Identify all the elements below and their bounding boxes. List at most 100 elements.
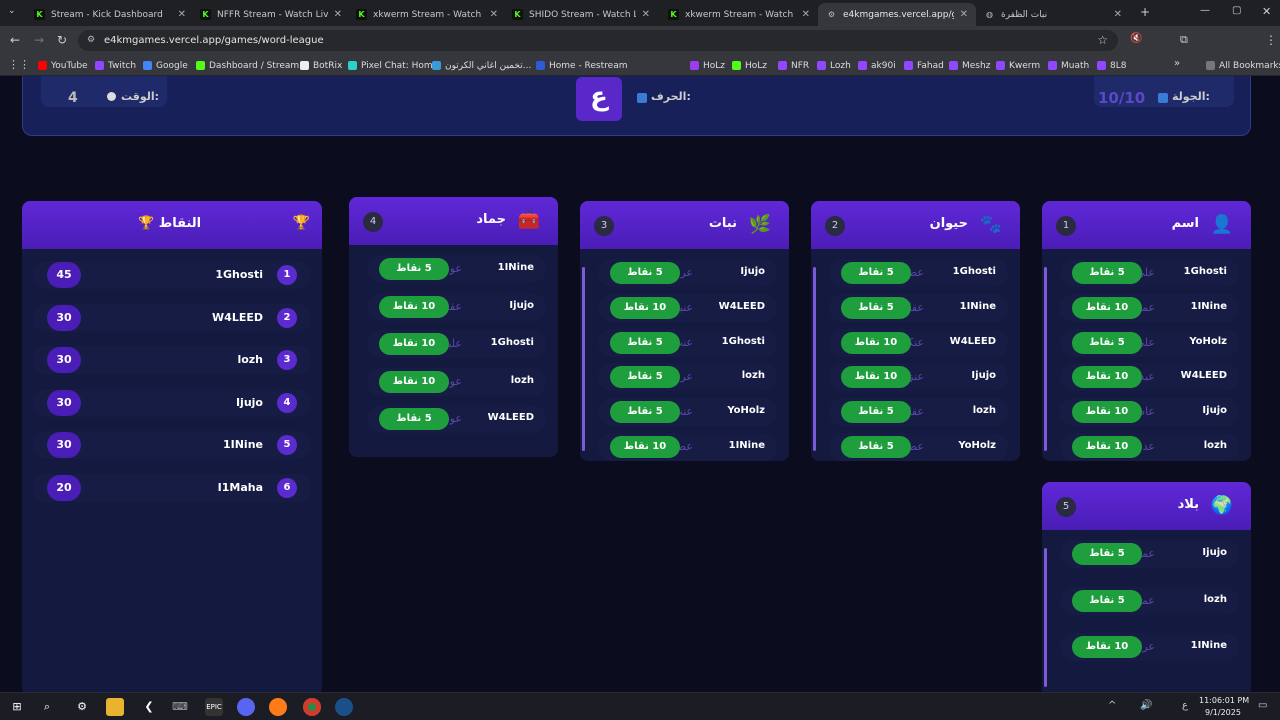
browser-tab[interactable]: K NFFR Stream - Watch Live on K ✕ bbox=[192, 3, 350, 26]
keyboard-icon[interactable]: ⌨ bbox=[171, 698, 189, 716]
browser-tab[interactable]: Kxkwerm Stream - Watch Live o ✕ bbox=[660, 3, 818, 26]
forward-icon[interactable]: → bbox=[34, 34, 44, 46]
tab-close-icon[interactable]: ✕ bbox=[334, 9, 342, 20]
tab-close-icon[interactable]: ✕ bbox=[960, 9, 968, 20]
firefox-icon[interactable] bbox=[269, 698, 287, 716]
tab-close-icon[interactable]: ✕ bbox=[642, 9, 650, 20]
tab-close-icon[interactable]: ✕ bbox=[802, 9, 810, 20]
close-window-icon[interactable]: ✕ bbox=[1262, 6, 1271, 17]
browser-tab[interactable]: K SHIDO Stream - Watch Live on ✕ bbox=[504, 3, 658, 26]
points-badge[interactable]: 10 نقاط bbox=[841, 366, 911, 389]
bookmark-item[interactable]: Lozh bbox=[817, 58, 851, 73]
new-tab-icon[interactable]: + bbox=[1140, 6, 1150, 18]
site-info-icon[interactable]: ⚙ bbox=[87, 30, 95, 51]
points-badge[interactable]: 5 نقاط bbox=[1072, 331, 1142, 354]
terminal-icon[interactable]: ❮ bbox=[140, 698, 158, 716]
tab-close-icon[interactable]: ✕ bbox=[490, 9, 498, 20]
points-badge[interactable]: 5 نقاط bbox=[610, 401, 680, 424]
clock-date[interactable]: 9/1/2025 bbox=[1205, 708, 1241, 717]
scrollbar[interactable] bbox=[582, 267, 585, 451]
points-badge[interactable]: 10 نقاط bbox=[379, 295, 449, 318]
points-badge[interactable]: 10 نقاط bbox=[1072, 636, 1142, 658]
points-badge[interactable]: 5 نقاط bbox=[610, 262, 680, 284]
browser-tab[interactable]: Kxkwerm Stream - Watch Live o ✕ bbox=[348, 3, 506, 26]
steam-icon[interactable] bbox=[335, 698, 353, 716]
browser-tab[interactable]: ⚙ e4kmgames.vercel.app/games/ ✕ bbox=[818, 3, 976, 26]
bookmark-item[interactable]: Google bbox=[143, 58, 188, 73]
mute-tab-icon[interactable]: 🔇 bbox=[1130, 34, 1142, 44]
bookmark-item[interactable]: Fahad bbox=[904, 58, 944, 73]
maximize-icon[interactable]: ▢ bbox=[1232, 6, 1241, 16]
clock-time[interactable]: 11:06:01 PM bbox=[1199, 696, 1249, 705]
bookmark-item[interactable]: Home - Restream bbox=[536, 58, 627, 73]
start-icon[interactable]: ⊞ bbox=[8, 698, 26, 716]
file-explorer-icon[interactable] bbox=[106, 698, 124, 716]
points-badge[interactable]: 5 نقاط bbox=[379, 258, 449, 280]
volume-icon[interactable]: 🔊 bbox=[1140, 701, 1152, 711]
menu-icon[interactable]: ⋮ bbox=[1265, 34, 1277, 46]
points-badge[interactable]: 10 نقاط bbox=[1072, 436, 1142, 458]
bookmark-item[interactable]: HoLz bbox=[732, 58, 767, 73]
tab-close-icon[interactable]: ✕ bbox=[1114, 9, 1122, 20]
tray-chevron-icon[interactable]: ^ bbox=[1108, 701, 1116, 711]
language-indicator[interactable]: ع bbox=[1182, 701, 1188, 711]
all-bookmarks-button[interactable]: All Bookmarks bbox=[1206, 58, 1280, 73]
back-icon[interactable]: ← bbox=[10, 34, 20, 46]
settings-icon[interactable]: ⚙ bbox=[73, 698, 91, 716]
bookmark-item[interactable]: Kwerm bbox=[996, 58, 1040, 73]
points-badge[interactable]: 10 نقاط bbox=[379, 370, 449, 393]
points-badge[interactable]: 10 نقاط bbox=[1072, 401, 1142, 424]
bookmark-item[interactable]: Muath bbox=[1048, 58, 1089, 73]
bookmark-item[interactable]: Pixel Chat: Home bbox=[348, 58, 438, 73]
leaderboard-header: 🏆 🏆 النقاط bbox=[22, 201, 322, 249]
bookmark-item[interactable]: ak90i bbox=[858, 58, 896, 73]
bookmark-item[interactable]: BotRix bbox=[300, 58, 342, 73]
points-badge[interactable]: 5 نقاط bbox=[841, 296, 911, 319]
tab-search-icon[interactable]: ⌄ bbox=[8, 7, 16, 16]
bookmark-item[interactable]: تخمين اغاني الكرتون... bbox=[432, 58, 531, 73]
points-badge[interactable]: 5 نقاط bbox=[379, 408, 449, 430]
points-badge[interactable]: 10 نقاط bbox=[610, 296, 680, 319]
current-letter: ع bbox=[590, 82, 608, 112]
points-badge[interactable]: 5 نقاط bbox=[1072, 543, 1142, 565]
apps-icon[interactable]: ⋮⋮ bbox=[8, 59, 30, 70]
points-badge[interactable]: 5 نقاط bbox=[1072, 262, 1142, 284]
bookmark-star-icon[interactable]: ☆ bbox=[1097, 30, 1108, 51]
more-bookmarks-icon[interactable]: » bbox=[1174, 59, 1180, 69]
notification-icon[interactable]: ▭ bbox=[1258, 701, 1267, 711]
url-field[interactable]: ⚙ e4kmgames.vercel.app/games/word-league… bbox=[78, 30, 1118, 51]
points-badge[interactable]: 5 نقاط bbox=[841, 262, 911, 284]
player-rank: 5 bbox=[277, 435, 297, 455]
browser-tab[interactable]: ◍ نبات الظفرة ✕ bbox=[976, 3, 1130, 26]
points-badge[interactable]: 10 نقاط bbox=[841, 331, 911, 354]
extension-icon[interactable]: ⧉ bbox=[1180, 34, 1188, 45]
browser-tab[interactable]: K Stream - Kick Dashboard ✕ bbox=[26, 3, 194, 26]
scrollbar[interactable] bbox=[1044, 548, 1047, 687]
bookmark-item[interactable]: Twitch bbox=[95, 58, 136, 73]
points-badge[interactable]: 5 نقاط bbox=[610, 331, 680, 354]
tab-close-icon[interactable]: ✕ bbox=[178, 9, 186, 20]
points-badge[interactable]: 10 نقاط bbox=[610, 436, 680, 458]
streaming-app-icon[interactable]: EPIC bbox=[205, 698, 223, 716]
points-badge[interactable]: 5 نقاط bbox=[841, 436, 911, 458]
bookmark-item[interactable]: 8L8 bbox=[1097, 58, 1126, 73]
discord-icon[interactable] bbox=[237, 698, 255, 716]
minimize-icon[interactable]: — bbox=[1200, 6, 1210, 16]
bookmark-item[interactable]: NFR bbox=[778, 58, 809, 73]
scrollbar[interactable] bbox=[813, 267, 816, 451]
chrome-icon[interactable] bbox=[303, 698, 321, 716]
points-badge[interactable]: 10 نقاط bbox=[1072, 296, 1142, 319]
search-icon[interactable]: ⌕ bbox=[38, 698, 56, 716]
points-badge[interactable]: 10 نقاط bbox=[379, 333, 449, 355]
points-badge[interactable]: 10 نقاط bbox=[1072, 366, 1142, 389]
points-badge[interactable]: 5 نقاط bbox=[1072, 589, 1142, 612]
bookmark-item[interactable]: HoLz bbox=[690, 58, 725, 73]
answer-player: W4LEED bbox=[718, 300, 765, 312]
reload-icon[interactable]: ↻ bbox=[57, 34, 67, 46]
bookmark-item[interactable]: Meshz bbox=[949, 58, 990, 73]
points-badge[interactable]: 5 نقاط bbox=[610, 366, 680, 389]
bookmark-item[interactable]: Dashboard / Stream... bbox=[196, 58, 308, 73]
points-badge[interactable]: 5 نقاط bbox=[841, 401, 911, 424]
scrollbar[interactable] bbox=[1044, 267, 1047, 451]
bookmark-item[interactable]: YouTube bbox=[38, 58, 88, 73]
